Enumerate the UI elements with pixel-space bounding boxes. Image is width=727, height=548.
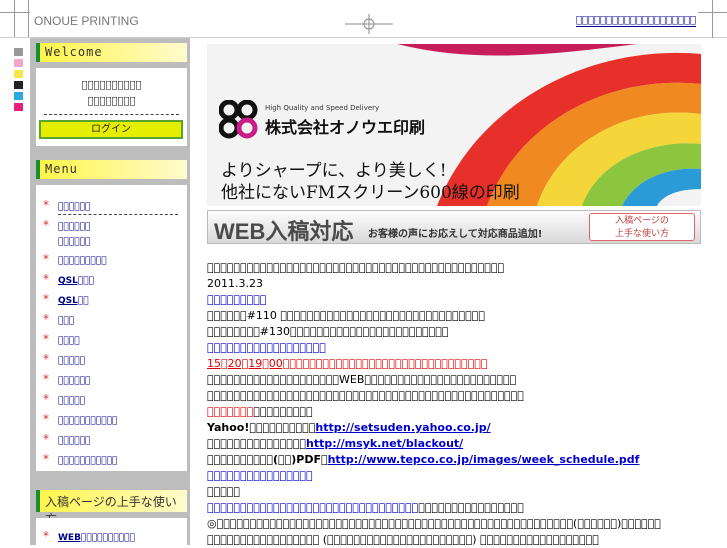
text-line:                 : [418, 501, 524, 514]
text-line:       #110                              …: [207, 309, 485, 322]
divider: [44, 114, 179, 115]
welcome-line-2:         : [87, 96, 136, 107]
main-content: High Quality and Speed Delivery 株式会社オノウエ…: [193, 38, 713, 548]
company-name: 株式会社オノウエ印刷: [265, 118, 426, 137]
asterisk-icon: *: [43, 332, 49, 346]
banner-subheadline: 他社にないFMスクリーン600線の印刷: [221, 183, 520, 203]
menu-panel: *        *               *           * QSL  …: [36, 185, 187, 471]
menu-heading: Menu: [36, 160, 187, 179]
asterisk-icon: *: [43, 432, 49, 446]
alert-text:        : [207, 405, 254, 418]
web-banner-title: WEB入稿対応: [214, 219, 354, 244]
guide-heading: 入稿ページの上手な使い方: [36, 490, 187, 526]
site-title: ONOUE PRINTING: [34, 14, 139, 28]
divider: [58, 214, 178, 215]
welcome-panel:                     ログイン: [36, 68, 187, 146]
web-submission-banner: WEB入稿対応 お客様の声にお応えして対応商品追加! 入稿ページの 上手な使い方: [207, 210, 701, 244]
news-link[interactable]:                 : [207, 469, 313, 482]
news-link[interactable]:                   : [207, 341, 326, 354]
post-date: 2011.3.23: [207, 277, 263, 290]
crosshair-registration-icon: [345, 14, 393, 34]
asterisk-icon: *: [43, 452, 49, 466]
asterisk-icon: *: [43, 218, 49, 232]
text-line:      : [207, 485, 241, 498]
asterisk-icon: *: [43, 198, 49, 212]
intro-text:                                         …: [207, 261, 505, 274]
msyk-link[interactable]: http://msyk.net/blackout/: [306, 437, 463, 450]
guide-button[interactable]: 入稿ページの 上手な使い方: [589, 213, 695, 241]
guide-panel: * WEB          : [36, 518, 187, 545]
tepco-link[interactable]: http://www.tepco.co.jp/images/week_sched…: [328, 453, 640, 466]
banner-tagline: High Quality and Speed Delivery: [265, 104, 380, 112]
tepco-label:           (  )PDF : [207, 453, 328, 466]
welcome-heading: Welcome: [36, 43, 187, 62]
top-bar: ONOUE PRINTING                     : [0, 0, 727, 38]
asterisk-icon: *: [43, 292, 49, 306]
web-banner-subtitle: お客様の声にお応えして対応商品追加!: [368, 229, 543, 240]
asterisk-icon: *: [43, 372, 49, 386]
yahoo-label: Yahoo!          : [207, 421, 316, 434]
asterisk-icon: *: [43, 412, 49, 426]
asterisk-icon: *: [43, 352, 49, 366]
asterisk-icon: *: [43, 312, 49, 326]
yahoo-link[interactable]: http://setsuden.yahoo.co.jp/: [315, 421, 490, 434]
login-button[interactable]: ログイン: [39, 120, 183, 139]
text-line:                     WEB                 …: [207, 373, 517, 386]
asterisk-icon: *: [43, 529, 49, 543]
top-nav-links[interactable]:                     : [576, 15, 697, 27]
asterisk-icon: *: [43, 392, 49, 406]
news-content:                                         …: [207, 260, 707, 548]
asterisk-icon: *: [43, 272, 49, 286]
text-line:          : [253, 405, 313, 418]
asterisk-icon: *: [43, 252, 49, 266]
alert-text: 15 20 19 00                             …: [207, 357, 488, 370]
registration-color-strip: [14, 48, 23, 114]
text-line:                                         …: [207, 389, 524, 402]
msyk-label:                : [207, 437, 307, 450]
welcome-line-1:           : [81, 80, 142, 91]
paragraph: ◎                                       …: [207, 517, 661, 546]
news-link[interactable]:          : [207, 293, 266, 306]
news-link[interactable]:                                 : [207, 501, 418, 514]
company-logo: [219, 100, 258, 139]
sidebar: Welcome                     ログイン Menu *  …: [30, 38, 190, 545]
hero-banner: High Quality and Speed Delivery 株式会社オノウエ…: [207, 44, 701, 206]
text-line:         #130                        : [207, 325, 449, 338]
